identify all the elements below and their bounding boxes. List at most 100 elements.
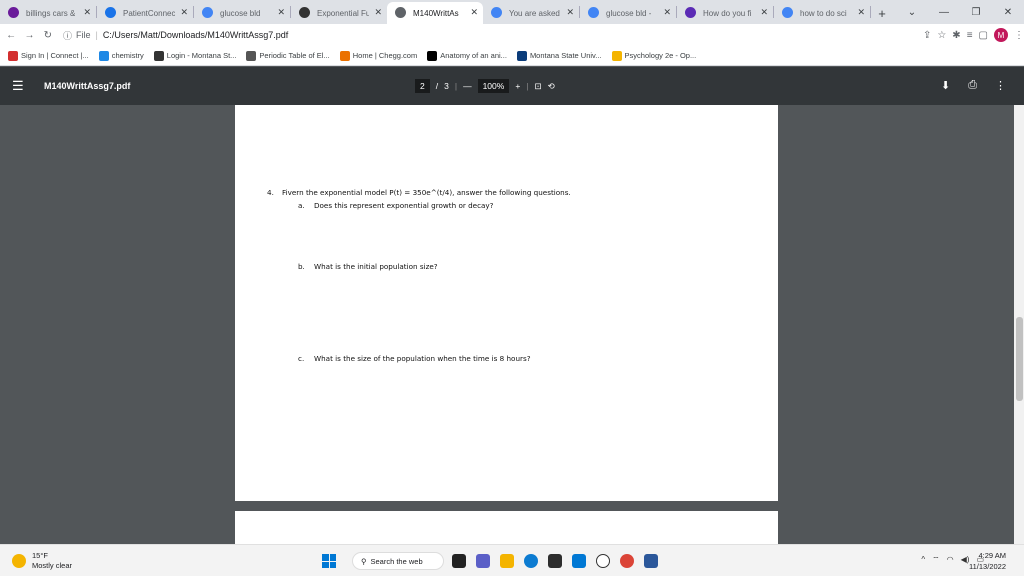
side-panel-icon[interactable]: ▢ [979,30,988,41]
url-text: C:/Users/Matt/Downloads/M140WrittAssg7.p… [102,30,289,40]
taskbar-search[interactable]: ⚲ Search the web [352,552,444,570]
browser-tab[interactable]: PatientConnec ✕ [97,2,193,24]
zoom-in-button[interactable]: + [515,81,520,91]
close-tab-icon[interactable]: ✕ [566,7,574,18]
mail-icon[interactable] [572,554,586,568]
hamburger-menu-icon[interactable]: ☰ [12,78,34,94]
pdf-toolbar: ☰ M140WrittAssg7.pdf 2 / 3 | — 100% + | … [0,67,1024,105]
bookmark-item[interactable]: Login - Montana St... [153,50,236,61]
pdf-icon [299,7,310,18]
close-tab-icon[interactable]: ✕ [857,7,865,18]
forward-button[interactable]: → [22,30,36,41]
bookmark-label: Anatomy of an ani... [440,51,507,60]
browser-tab[interactable]: glucose bld - ✕ [580,2,676,24]
close-tab-icon[interactable]: ✕ [374,7,382,18]
bookmark-item[interactable]: Psychology 2e - Op... [611,50,696,61]
windows-taskbar: 15°F Mostly clear ⚲ Search the web ^ ⌔ ◠… [0,544,1024,576]
profile-avatar[interactable]: M [993,28,1008,42]
extensions-icon[interactable]: ✱ [952,30,960,41]
zoom-out-button[interactable]: — [463,81,472,91]
subquestion-text: What is the initial population size? [314,262,438,271]
bookmark-item[interactable]: Anatomy of an ani... [427,50,507,61]
chrome-icon[interactable] [620,554,634,568]
socratic-icon [685,7,696,18]
zoom-input[interactable]: 100% [477,79,510,93]
browser-tab[interactable]: How do you fi ✕ [677,2,773,24]
connect-icon [8,50,18,61]
close-tab-icon[interactable]: ✕ [663,7,671,18]
task-view-icon[interactable] [452,554,466,568]
restore-button[interactable]: ❐ [960,0,992,24]
back-button[interactable]: ← [4,30,18,41]
pdf-more-icon[interactable]: ⋮ [995,79,1006,92]
bookmark-star-icon[interactable]: ☆ [937,30,946,41]
browser-tab[interactable]: how to do sci ✕ [774,2,870,24]
browser-tab[interactable]: billings cars & ✕ [0,2,96,24]
bookmark-item[interactable]: Home | Chegg.com [339,50,418,61]
clock[interactable]: 4:29 AM 11/13/2022 [969,550,1006,572]
clock-date: 11/13/2022 [969,562,1006,571]
dell-icon[interactable] [596,554,610,568]
chevron-up-icon[interactable]: ^ [921,555,925,565]
question-number: 4. [267,188,274,197]
wifi-icon[interactable]: ◠ [947,555,954,565]
pdf-page: 4. Fivern the exponential model P(t) = 3… [235,105,778,501]
windows-start-icon[interactable] [322,554,336,568]
fit-page-icon[interactable]: ⊡ [535,81,542,92]
new-tab-button[interactable]: + [871,2,893,24]
weather-widget[interactable]: 15°F Mostly clear [12,551,72,571]
patientconnect-icon [105,7,116,18]
download-icon[interactable]: ⬇ [941,79,950,92]
teams-chat-icon[interactable] [476,554,490,568]
tab-strip: billings cars & ✕ PatientConnec ✕ glucose bl… [0,0,1024,24]
question-text: Fivern the exponential model P(t) = 350e… [282,188,571,197]
page-separator: / [435,81,439,91]
rotate-icon[interactable]: ⟲ [548,81,555,92]
reading-list-icon[interactable]: ≡ [967,30,973,41]
bookmark-label: Home | Chegg.com [352,51,418,60]
close-window-button[interactable]: ✕ [992,0,1024,24]
google-icon [782,7,793,18]
weather-moon-icon [12,554,26,568]
browser-menu-icon[interactable]: ⋮ [1014,30,1024,41]
store-icon[interactable] [548,554,562,568]
scrollbar[interactable] [1014,105,1024,544]
print-icon[interactable]: ⎙ [968,79,977,92]
tab-label: how to do sci [800,8,847,18]
browser-tab[interactable]: Exponential Fu ✕ [291,2,387,24]
close-tab-icon[interactable]: ✕ [180,7,188,18]
edge-icon[interactable] [524,554,538,568]
close-tab-icon[interactable]: ✕ [83,7,91,18]
minimize-button[interactable]: — [928,0,960,24]
scrollbar-thumb[interactable] [1016,317,1023,401]
tab-label: M140WrittAs [413,8,459,18]
share-icon[interactable]: ⇪ [923,30,931,41]
search-placeholder: Search the web [370,556,423,566]
page-number-input[interactable]: 2 [415,79,430,93]
tab-label: billings cars & [26,8,76,18]
network-icon[interactable]: ⌔ [932,555,940,565]
word-icon[interactable] [644,554,658,568]
tab-search-icon[interactable]: ⌄ [896,0,928,24]
bookmark-item[interactable]: Periodic Table of El... [246,50,330,61]
tab-label: How do you fi [703,8,752,18]
reload-button[interactable]: ↻ [41,30,55,41]
close-tab-icon[interactable]: ✕ [760,7,768,18]
close-tab-icon[interactable]: ✕ [277,7,285,18]
bookmark-item[interactable]: chemistry [98,50,144,61]
subquestion-label: b. [298,262,305,271]
close-tab-icon[interactable]: ✕ [470,7,478,18]
bookmark-item[interactable]: Montana State Univ... [516,50,602,61]
pdf-viewer[interactable]: 4. Fivern the exponential model P(t) = 3… [0,105,1024,544]
browser-tab[interactable]: M140WrittAs ✕ [387,2,483,24]
browser-tab[interactable]: You are asked ✕ [483,2,579,24]
bookmark-item[interactable]: Sign In | Connect |... [8,50,89,61]
openstax-icon [611,50,622,61]
divider: | [526,81,529,91]
chrome-icon [395,7,406,18]
info-icon[interactable]: ⓘ [63,29,72,42]
browser-tab[interactable]: glucose bld ✕ [194,2,290,24]
window-controls: ⌄ — ❐ ✕ [896,0,1024,24]
file-explorer-icon[interactable] [500,554,514,568]
address-bar[interactable]: ⓘ File | C:/Users/Matt/Downloads/M140Wri… [63,26,883,44]
